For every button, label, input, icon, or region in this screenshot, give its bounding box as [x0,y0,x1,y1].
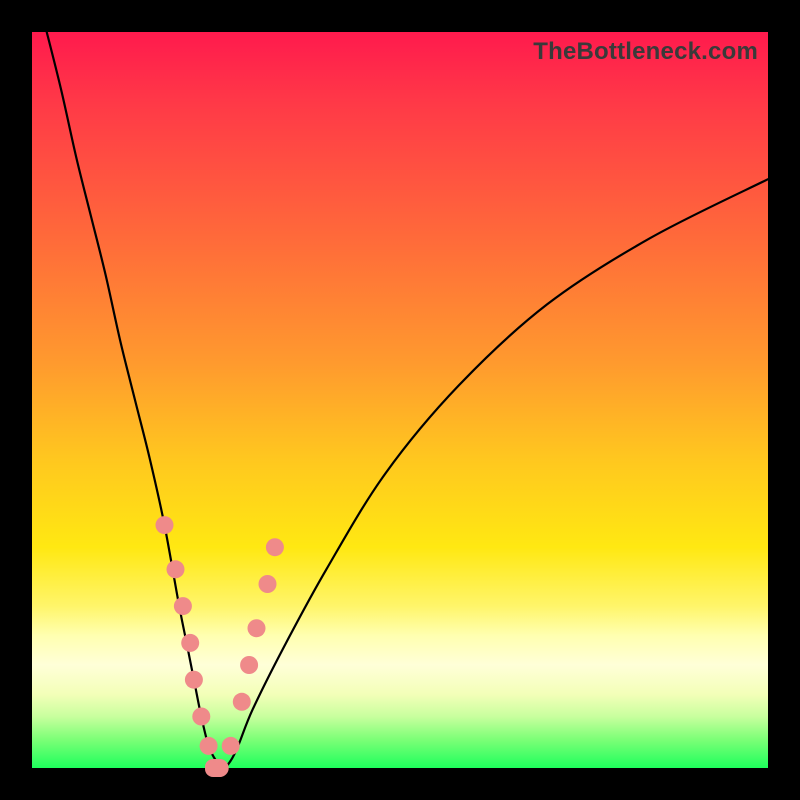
bottleneck-chart [32,32,768,768]
highlight-marker [259,575,277,593]
highlight-marker [222,737,240,755]
highlight-marker [167,560,185,578]
chart-plot-area: TheBottleneck.com [32,32,768,768]
highlight-marker [266,538,284,556]
chart-frame: TheBottleneck.com [0,0,800,800]
highlighted-points [156,516,284,777]
highlight-marker [240,656,258,674]
highlight-marker [192,708,210,726]
highlight-marker [200,737,218,755]
highlight-marker [233,693,251,711]
highlight-marker [156,516,174,534]
highlight-marker [174,597,192,615]
highlight-marker [248,619,266,637]
highlight-marker [185,671,203,689]
bottleneck-curve [47,32,768,768]
valley-floor-marker [205,759,227,777]
highlight-marker [181,634,199,652]
